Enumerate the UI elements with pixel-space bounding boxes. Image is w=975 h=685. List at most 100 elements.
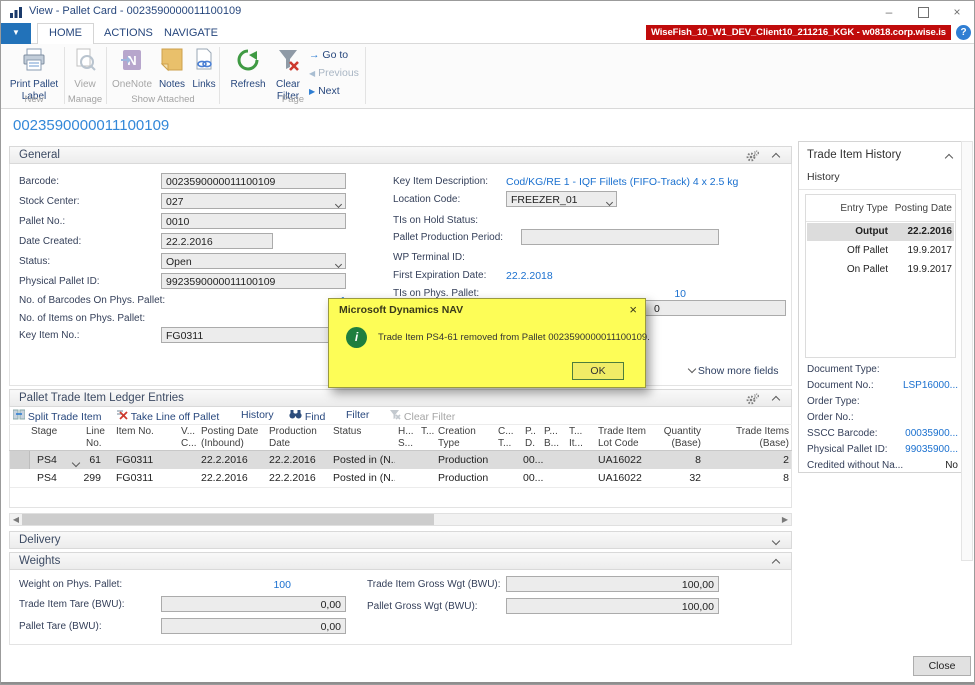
history-col-posting-date[interactable]: Posting Date <box>894 203 952 214</box>
document-no-link[interactable]: LSP16000... <box>894 380 958 391</box>
cell-creation[interactable]: Production <box>438 469 493 487</box>
weight-on-pallet-value[interactable]: 100 <box>241 579 291 591</box>
history-col-entry-type[interactable]: Entry Type <box>816 203 888 214</box>
cell-pd[interactable]: 00... <box>523 469 553 487</box>
col-item-no[interactable]: Item No. <box>116 426 176 438</box>
tab-home[interactable]: HOME <box>37 23 94 45</box>
ok-button[interactable]: OK <box>572 362 624 380</box>
cell-status[interactable]: Posted in (N... <box>333 451 395 469</box>
status-value: Open <box>166 256 192 268</box>
close-window-button[interactable]: × <box>940 1 974 23</box>
history-posting-date[interactable]: 19.9.2017 <box>894 264 952 275</box>
hscroll-thumb[interactable] <box>22 514 434 525</box>
location-code-select[interactable]: FREEZER_01 <box>506 191 617 207</box>
links-button[interactable]: Links <box>189 47 219 91</box>
col-tit[interactable]: T...It... <box>569 426 591 450</box>
application-menu-button[interactable]: ▼ <box>1 23 31 44</box>
cell-stage[interactable]: PS4 <box>37 469 71 487</box>
cell-trade-items[interactable]: 2 <box>719 451 789 469</box>
col-quantity[interactable]: Quantity(Base) <box>651 426 701 450</box>
col-hs[interactable]: H...S... <box>398 426 416 450</box>
main-hscrollbar[interactable]: ◀ ▶ <box>9 513 792 526</box>
col-status[interactable]: Status <box>333 426 395 438</box>
cell-lot[interactable]: UA16022 <box>598 451 656 469</box>
collapse-sidebar-icon[interactable] <box>946 148 952 166</box>
close-button[interactable]: Close <box>913 656 971 676</box>
scroll-right-icon[interactable]: ▶ <box>779 514 791 525</box>
goto-button[interactable]: → Go to <box>309 47 348 63</box>
pallet-production-period-field[interactable] <box>521 229 719 245</box>
col-pd[interactable]: P..D. <box>525 426 541 450</box>
cell-line[interactable]: 61 <box>71 451 101 469</box>
take-line-off-pallet-button[interactable]: Take Line off Pallet <box>116 409 219 423</box>
col-t[interactable]: T... <box>421 426 435 438</box>
ledger-section-header[interactable]: Pallet Trade Item Ledger Entries <box>9 389 792 407</box>
first-expiration-date-value[interactable]: 22.2.2018 <box>506 270 553 282</box>
pallet-gross-field[interactable]: 100,00 <box>506 598 719 614</box>
cell-qty[interactable]: 32 <box>651 469 701 487</box>
show-more-fields-link[interactable]: Show more fields <box>689 365 778 377</box>
ti-gross-field[interactable]: 100,00 <box>506 576 719 592</box>
refresh-button[interactable]: Refresh <box>227 47 269 91</box>
minimize-button[interactable]: – <box>872 1 906 23</box>
cell-line[interactable]: 299 <box>71 469 101 487</box>
tab-navigate[interactable]: NAVIGATE <box>153 23 229 43</box>
col-posting-date[interactable]: Posting Date(Inbound) <box>201 426 265 450</box>
history-posting-date[interactable]: 19.9.2017 <box>894 245 952 256</box>
delivery-section-header[interactable]: Delivery <box>9 531 792 549</box>
cell-qty[interactable]: 8 <box>651 451 701 469</box>
pallet-no-field[interactable]: 0010 <box>161 213 346 229</box>
maximize-button[interactable] <box>906 1 940 23</box>
cell-pd[interactable]: 00... <box>523 451 553 469</box>
col-lot-code[interactable]: Trade ItemLot Code <box>598 426 656 450</box>
filter-button[interactable]: Filter <box>346 409 369 421</box>
cell-posting[interactable]: 22.2.2016 <box>201 469 263 487</box>
cell-production[interactable]: 22.2.2016 <box>269 451 327 469</box>
col-ct[interactable]: C...T... <box>498 426 518 450</box>
main-vscrollbar[interactable] <box>961 141 973 561</box>
cell-stage[interactable]: PS4 <box>37 451 71 469</box>
key-item-no-field[interactable]: FG0311 <box>161 327 346 343</box>
cell-status[interactable]: Posted in (N... <box>333 469 395 487</box>
scroll-left-icon[interactable]: ◀ <box>10 514 22 525</box>
location-code-label: Location Code: <box>393 194 460 205</box>
col-stage[interactable]: Stage <box>31 426 81 438</box>
col-pb[interactable]: P...B... <box>544 426 564 450</box>
history-entry-type[interactable]: On Pallet <box>816 264 888 275</box>
sscc-barcode-link[interactable]: 00035900... <box>894 428 958 439</box>
stock-center-select[interactable]: 027 <box>161 193 346 209</box>
cell-item[interactable]: FG0311 <box>116 469 176 487</box>
cell-creation[interactable]: Production <box>438 451 493 469</box>
row-selector[interactable] <box>10 451 30 469</box>
status-select[interactable]: Open <box>161 253 346 269</box>
col-line-no[interactable]: LineNo. <box>86 426 112 450</box>
pallet-tare-field[interactable]: 0,00 <box>161 618 346 634</box>
find-button[interactable]: Find <box>289 409 325 423</box>
cell-trade-items[interactable]: 8 <box>719 469 789 487</box>
physical-pallet-id-field[interactable]: 9923590000011100109 <box>161 273 346 289</box>
weights-section-header[interactable]: Weights <box>9 552 792 570</box>
general-section-header[interactable]: General <box>9 146 792 164</box>
col-trade-items[interactable]: Trade Items(Base) <box>719 426 789 450</box>
delivery-header-text: Delivery <box>19 534 61 546</box>
tis-on-phys-pallet-value[interactable]: 10 <box>641 288 686 300</box>
ti-tare-field[interactable]: 0,00 <box>161 596 346 612</box>
history-button[interactable]: History <box>241 409 274 421</box>
physical-pallet-id-link[interactable]: 99035900... <box>894 444 958 455</box>
expand-delivery-icon[interactable] <box>773 535 779 552</box>
col-creation-type[interactable]: CreationType <box>438 426 490 450</box>
date-created-field[interactable]: 22.2.2016 <box>161 233 273 249</box>
cell-production[interactable]: 22.2.2016 <box>269 469 327 487</box>
cell-item[interactable]: FG0311 <box>116 451 176 469</box>
cell-posting[interactable]: 22.2.2016 <box>201 451 263 469</box>
col-production-date[interactable]: ProductionDate <box>269 426 327 450</box>
cell-lot[interactable]: UA16022 <box>598 469 656 487</box>
col-vc[interactable]: V...C... <box>181 426 199 450</box>
dialog-close-icon[interactable]: × <box>629 302 637 317</box>
help-icon[interactable]: ? <box>956 25 971 40</box>
barcode-field[interactable]: 0023590000011100109 <box>161 173 346 189</box>
notes-button[interactable]: Notes <box>155 47 189 91</box>
key-item-description-value[interactable]: Cod/KG/RE 1 - IQF Fillets (FIFO-Track) 4… <box>506 176 738 188</box>
history-entry-type[interactable]: Off Pallet <box>816 245 888 256</box>
split-trade-item-button[interactable]: Split Trade Item <box>13 409 101 423</box>
